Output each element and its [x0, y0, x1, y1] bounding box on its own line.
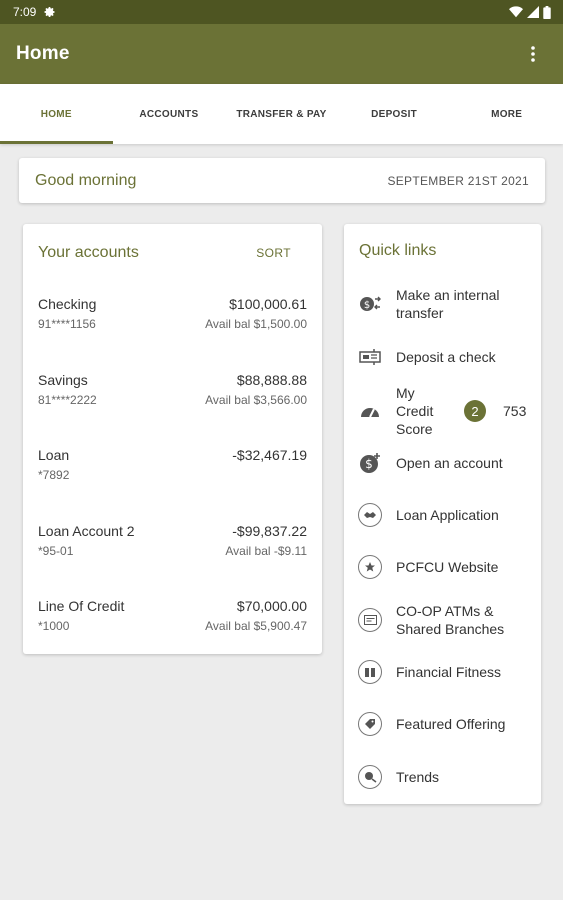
account-row-line-of-credit[interactable]: Line Of Credit *1000 $70,000.00 Avail ba… [38, 598, 307, 638]
tab-bar: HOME ACCOUNTS TRANSFER & PAY DEPOSIT MOR… [0, 84, 563, 144]
account-name: Loan [38, 447, 70, 463]
quick-link-label: Trends [396, 769, 440, 785]
overflow-menu-button[interactable] [521, 42, 545, 66]
trends-icon [358, 765, 382, 789]
account-row-savings[interactable]: Savings 81****2222 $88,888.88 Avail bal … [38, 372, 307, 412]
quick-link-label: Featured Offering [396, 716, 506, 732]
account-number: *1000 [38, 619, 70, 633]
battery-icon [543, 5, 551, 19]
more-vert-icon [531, 46, 535, 62]
quick-link-deposit-check[interactable]: Deposit a check [358, 345, 534, 369]
account-balance: -$32,467.19 [232, 447, 307, 463]
tab-transfer-pay[interactable]: TRANSFER & PAY [225, 84, 338, 144]
account-row-loan[interactable]: Loan *7892 -$32,467.19 [38, 447, 307, 487]
quick-link-trends[interactable]: Trends [358, 765, 534, 789]
svg-text:$: $ [364, 300, 370, 311]
tab-home[interactable]: HOME [0, 84, 113, 144]
sort-button[interactable]: SORT [256, 246, 291, 260]
tab-accounts[interactable]: ACCOUNTS [113, 84, 226, 144]
quick-link-label: Deposit a check [396, 349, 496, 365]
account-number: 81****2222 [38, 393, 97, 407]
quick-link-featured-offering[interactable]: Featured Offering [358, 712, 534, 736]
account-number: *7892 [38, 468, 70, 482]
account-available-balance: Avail bal $1,500.00 [205, 317, 307, 331]
credit-score-value: 753 [503, 403, 527, 419]
account-name: Line Of Credit [38, 598, 125, 614]
account-available-balance: Avail bal $5,900.47 [205, 619, 307, 633]
handshake-icon [358, 503, 382, 527]
greeting-text: Good morning [35, 171, 137, 189]
quick-link-label: PCFCU Website [396, 559, 499, 575]
signal-icon [527, 6, 539, 18]
account-available-balance: Avail bal -$9.11 [225, 544, 307, 558]
wifi-icon [509, 6, 523, 18]
account-balance: -$99,837.22 [232, 523, 307, 539]
quick-link-label: Open an account [396, 455, 503, 471]
page-title: Home [16, 43, 70, 64]
quick-link-internal-transfer[interactable]: $ Make an internal transfer [358, 286, 534, 322]
quick-link-label: Loan Application [396, 507, 499, 523]
accounts-title: Your accounts [38, 244, 139, 261]
gauge-icon [358, 399, 382, 423]
account-row-checking[interactable]: Checking 91****1156 $100,000.61 Avail ba… [38, 296, 307, 336]
quick-links-title: Quick links [359, 242, 437, 259]
atm-icon [358, 608, 382, 632]
account-name: Loan Account 2 [38, 523, 135, 539]
quick-link-label: CO-OP ATMs & Shared Branches [396, 603, 505, 637]
check-deposit-icon [358, 345, 382, 369]
account-row-loan-account-2[interactable]: Loan Account 2 *95-01 -$99,837.22 Avail … [38, 523, 307, 563]
quick-link-open-account[interactable]: $ Open an account [358, 451, 534, 475]
star-icon [358, 555, 382, 579]
book-icon [358, 660, 382, 684]
account-number: *95-01 [38, 544, 74, 558]
quick-link-pcfcu-website[interactable]: PCFCU Website [358, 555, 534, 579]
tag-icon [358, 712, 382, 736]
credit-score-badge: 2 [464, 400, 486, 422]
quick-link-financial-fitness[interactable]: Financial Fitness [358, 660, 534, 684]
settings-gear-icon [44, 6, 56, 18]
quick-link-label: My Credit Score [396, 385, 434, 437]
svg-text:$: $ [365, 457, 373, 471]
quick-links-card: Quick links $ Make an internal transfer … [344, 224, 541, 804]
greeting-card: Good morning SEPTEMBER 21ST 2021 [19, 158, 545, 203]
status-time: 7:09 [13, 5, 37, 19]
tab-deposit[interactable]: DEPOSIT [338, 84, 451, 144]
account-balance: $88,888.88 [236, 372, 307, 388]
account-available-balance: Avail bal $3,566.00 [205, 393, 307, 407]
account-balance: $70,000.00 [236, 598, 307, 614]
account-number: 91****1156 [38, 317, 96, 331]
quick-link-credit-score[interactable]: My Credit Score 2 753 [358, 384, 534, 438]
quick-link-label: Financial Fitness [396, 664, 502, 680]
account-name: Checking [38, 296, 97, 312]
transfer-icon: $ [358, 292, 382, 316]
accounts-card: Your accounts SORT Checking 91****1156 $… [23, 224, 322, 654]
status-bar: 7:09 [0, 0, 563, 24]
app-bar: Home [0, 24, 563, 84]
account-name: Savings [38, 372, 88, 388]
current-date: SEPTEMBER 21ST 2021 [387, 173, 529, 188]
quick-link-coop-atms[interactable]: CO-OP ATMs & Shared Branches [358, 602, 534, 638]
quick-link-label: Make an internal transfer [396, 287, 500, 321]
tab-more[interactable]: MORE [450, 84, 563, 144]
quick-link-loan-application[interactable]: Loan Application [358, 503, 534, 527]
add-money-icon: $ [358, 451, 382, 475]
account-balance: $100,000.61 [229, 296, 307, 312]
